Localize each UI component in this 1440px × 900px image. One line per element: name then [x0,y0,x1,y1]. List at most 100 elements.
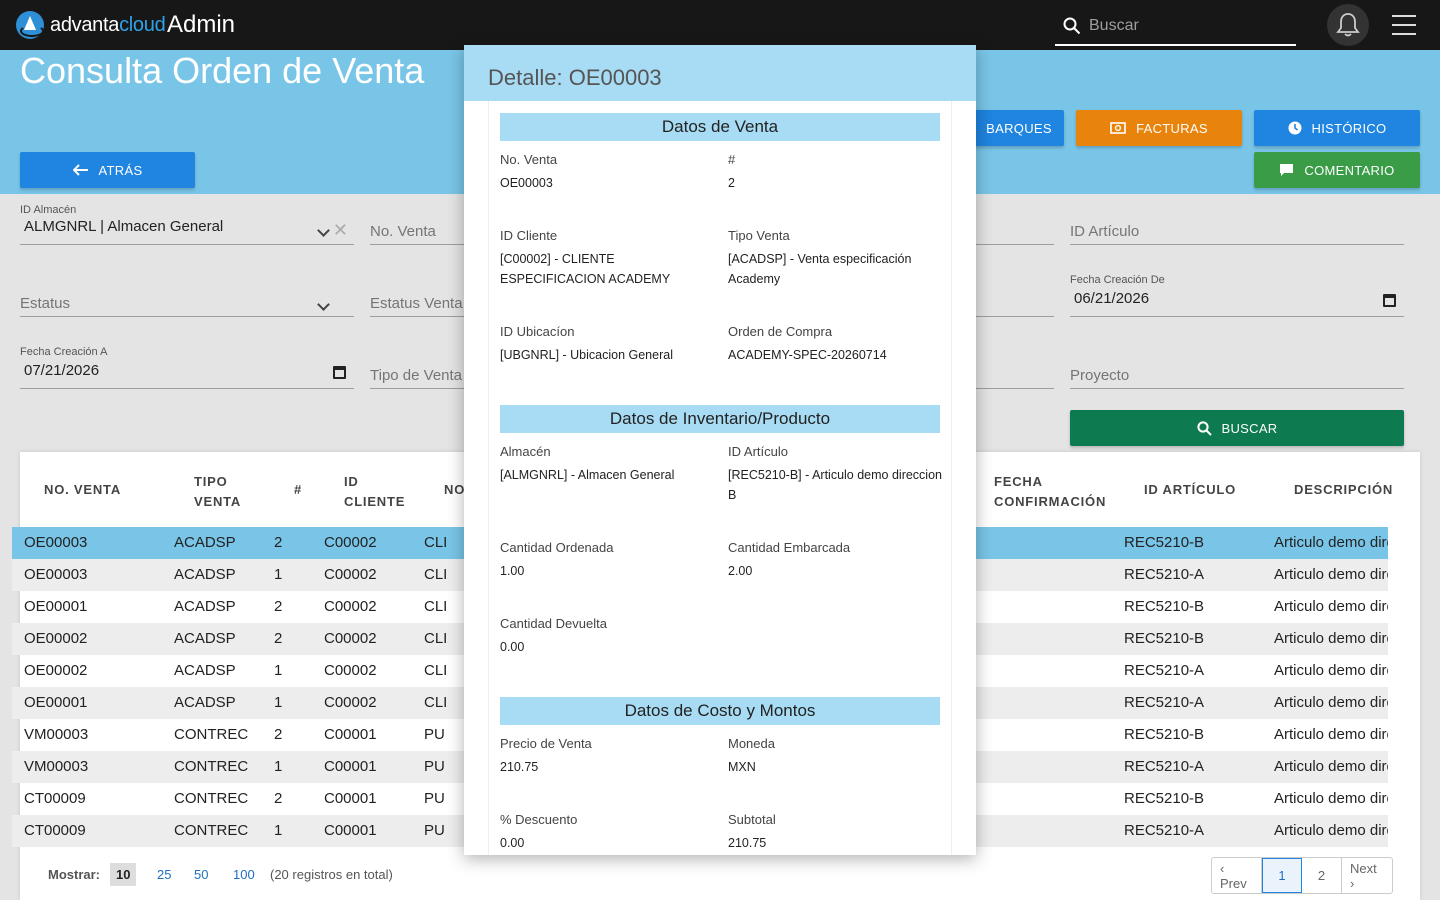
cell-tipo: CONTREC [174,726,249,743]
cantidad-devuelta-label: Cantidad Devuelta [500,616,607,631]
historico-button[interactable]: HISTÓRICO [1254,110,1420,146]
id-articulo-input[interactable]: ID Artículo [1070,218,1404,245]
id-articulo-placeholder: ID Artículo [1070,223,1140,240]
page-size-50[interactable]: 50 [194,867,208,882]
back-button[interactable]: ATRÁS [20,152,195,188]
page-2-button[interactable]: 2 [1302,858,1342,893]
page-title: Consulta Orden de Venta [20,50,425,91]
hidden-filter-3[interactable] [976,362,1054,389]
col-nombre[interactable]: NO [444,480,465,500]
estatus-venta-select[interactable]: Estatus Venta [370,290,464,317]
page-1-button[interactable]: 1 [1262,858,1302,893]
orden-compra-value: ACADEMY-SPEC-20260714 [728,348,887,362]
cell-num: 1 [274,566,283,583]
col-id-cliente[interactable]: ID CLIENTE [344,472,405,512]
cell-articulo: REC5210-B [1124,790,1205,807]
cell-cliente: C00002 [324,598,377,615]
buscar-label: BUSCAR [1221,420,1278,436]
almacen-label: ID Almacén [20,204,77,216]
bell-icon [1336,13,1360,37]
cell-tipo: ACADSP [174,598,236,615]
almacen-select[interactable]: ID Almacén ALMGNRL | Almacen General ✕ [20,204,354,245]
moneda-label: Moneda [728,736,775,751]
proyecto-input[interactable]: Proyecto [1070,362,1404,389]
fecha-a-label: Fecha Creación A [20,346,108,358]
prev-page-button[interactable]: ‹ Prev [1212,858,1262,893]
col-descripcion[interactable]: DESCRIPCIÓN [1294,480,1393,500]
descuento-value: 0.00 [500,836,525,850]
chevron-down-icon[interactable] [317,298,330,311]
search-input[interactable] [1089,17,1289,35]
cell-venta: OE00002 [24,662,88,679]
comment-icon [1280,164,1294,176]
cell-articulo: REC5210-A [1124,694,1205,711]
estatus-select[interactable]: Estatus [20,290,354,317]
fecha-a-input[interactable]: Fecha Creación A 07/21/2026 [20,346,354,389]
cell-tipo: CONTREC [174,790,249,807]
cell-no: CLI [424,662,448,679]
chevron-down-icon[interactable] [317,224,330,237]
col-fecha-confirmacion[interactable]: FECHA CONFIRMACIÓN [994,472,1106,512]
fecha-de-label: Fecha Creación De [1070,274,1165,286]
next-page-button[interactable]: Next › [1342,858,1392,893]
col-num[interactable]: # [294,480,302,500]
section-datos-venta: Datos de Venta [500,113,940,141]
hidden-filter-2[interactable] [976,290,1054,317]
precio-label: Precio de Venta [500,736,592,751]
clear-icon[interactable]: ✕ [333,220,348,241]
col-id-cliente-l2: CLIENTE [344,494,406,509]
cell-venta: VM00003 [24,726,89,743]
facturas-button[interactable]: FACTURAS [1076,110,1242,146]
cell-tipo: ACADSP [174,630,236,647]
cell-articulo: REC5210-B [1124,598,1205,615]
comentario-button[interactable]: COMENTARIO [1254,152,1420,188]
cell-cliente: C00002 [324,694,377,711]
col-tipo-venta[interactable]: TIPO VENTA [194,472,241,512]
no-venta-value: OE00003 [500,176,553,190]
calendar-icon[interactable] [333,366,346,379]
cell-venta: VM00003 [24,758,89,775]
buscar-button[interactable]: BUSCAR [1070,410,1404,446]
cell-tipo: ACADSP [174,566,236,583]
col-tipo-venta-l1: TIPO [194,474,228,489]
cantidad-devuelta-value: 0.00 [500,640,525,654]
hamburger-menu-icon[interactable] [1392,15,1416,35]
no-venta-input[interactable]: No. Venta [370,218,464,245]
tipo-venta-placeholder: Tipo de Venta [370,367,463,384]
col-id-articulo[interactable]: ID ARTÍCULO [1144,480,1236,500]
tipo-venta-select[interactable]: Tipo de Venta [370,362,464,389]
hidden-filter-1[interactable] [976,218,1054,245]
cell-cliente: C00001 [324,790,377,807]
cantidad-embarcada-label: Cantidad Embarcada [728,540,851,555]
embarques-button[interactable]: BARQUES [964,110,1064,146]
tipo-venta-value: [ACADSP] - Venta especificación Academy [728,252,912,286]
cell-desc: Articulo demo direccion B [1274,726,1388,743]
col-no-venta[interactable]: NO. VENTA [44,480,121,500]
cell-cliente: C00001 [324,822,377,839]
cell-articulo: REC5210-A [1124,822,1205,839]
app-logo[interactable]: advantacloud [16,11,166,39]
cell-num: 1 [274,822,283,839]
calendar-icon[interactable] [1383,294,1396,307]
cell-articulo: REC5210-B [1124,726,1205,743]
notifications-button[interactable] [1327,4,1369,46]
global-search[interactable] [1055,8,1296,46]
cell-num: 2 [274,598,283,615]
fecha-de-input[interactable]: Fecha Creación De 06/21/2026 [1070,274,1404,317]
app-title: Admin [167,11,236,38]
cell-no: PU [424,758,445,775]
estatus-venta-placeholder: Estatus Venta [370,295,463,312]
page-size-10[interactable]: 10 [110,863,137,886]
cell-desc: Articulo demo direccion A [1274,662,1388,679]
cell-tipo: ACADSP [174,694,236,711]
almacen-label: Almacén [500,444,551,459]
cell-no: CLI [424,566,448,583]
cell-cliente: C00001 [324,726,377,743]
cantidad-ordenada-value: 1.00 [500,564,525,578]
money-icon [1110,122,1126,134]
page-size-25[interactable]: 25 [157,867,171,882]
num-label: # [728,152,736,167]
cell-venta: OE00003 [24,534,88,551]
no-venta-placeholder: No. Venta [370,223,436,240]
page-size-100[interactable]: 100 [233,867,255,882]
